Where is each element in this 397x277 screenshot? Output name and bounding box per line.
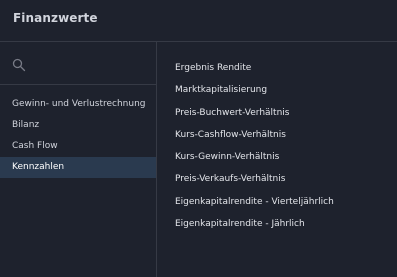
metric-item-earnings-yield[interactable]: Ergebnis Rendite bbox=[175, 57, 334, 79]
metric-item-price-to-book[interactable]: Preis-Buchwert-Verhältnis bbox=[175, 102, 334, 124]
search-icon bbox=[12, 58, 26, 72]
metric-item-price-to-cash-flow[interactable]: Kurs-Cashflow-Verhältnis bbox=[175, 124, 334, 146]
metric-list: Ergebnis Rendite Marktkapitalisierung Pr… bbox=[175, 57, 334, 235]
metric-item-price-to-sales[interactable]: Preis-Verkaufs-Verhältnis bbox=[175, 168, 334, 190]
metric-item-roe-annual[interactable]: Eigenkapitalrendite - Jährlich bbox=[175, 213, 334, 235]
category-item-label: Cash Flow bbox=[12, 141, 58, 151]
category-item-label: Bilanz bbox=[12, 120, 40, 130]
column-divider bbox=[156, 42, 157, 277]
metric-item-roe-quarterly[interactable]: Eigenkapitalrendite - Vierteljährlich bbox=[175, 191, 334, 213]
category-item-label: Gewinn- und Verlustrechnung bbox=[12, 99, 146, 109]
search-bar[interactable] bbox=[0, 42, 156, 84]
search-divider bbox=[0, 84, 156, 85]
category-item-balance-sheet[interactable]: Bilanz bbox=[0, 115, 156, 136]
financials-dialog: Finanzwerte Gewinn- und Verlustrechnung … bbox=[0, 0, 397, 277]
category-item-income-statement[interactable]: Gewinn- und Verlustrechnung bbox=[0, 94, 156, 115]
metric-item-market-cap[interactable]: Marktkapitalisierung bbox=[175, 79, 334, 101]
search-input[interactable] bbox=[32, 54, 148, 74]
category-item-cash-flow[interactable]: Cash Flow bbox=[0, 136, 156, 157]
dialog-header: Finanzwerte bbox=[0, 0, 397, 41]
metric-item-price-to-earnings[interactable]: Kurs-Gewinn-Verhältnis bbox=[175, 146, 334, 168]
dialog-title: Finanzwerte bbox=[13, 11, 98, 25]
category-item-ratios[interactable]: Kennzahlen bbox=[0, 157, 156, 178]
category-item-label: Kennzahlen bbox=[12, 162, 65, 172]
category-list: Gewinn- und Verlustrechnung Bilanz Cash … bbox=[0, 94, 156, 178]
